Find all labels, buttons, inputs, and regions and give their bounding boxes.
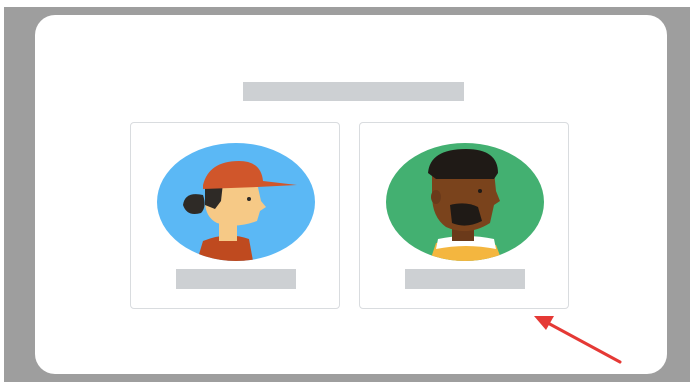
- account-card-2[interactable]: [359, 122, 569, 309]
- man-avatar-icon: [386, 143, 544, 261]
- account-card-1[interactable]: [130, 122, 340, 309]
- account-name-placeholder: [405, 269, 525, 289]
- dialog-title-placeholder: [243, 82, 464, 101]
- red-arrow-icon: [534, 316, 622, 364]
- account-name-placeholder: [176, 269, 296, 289]
- woman-with-cap-avatar-icon: [157, 143, 315, 261]
